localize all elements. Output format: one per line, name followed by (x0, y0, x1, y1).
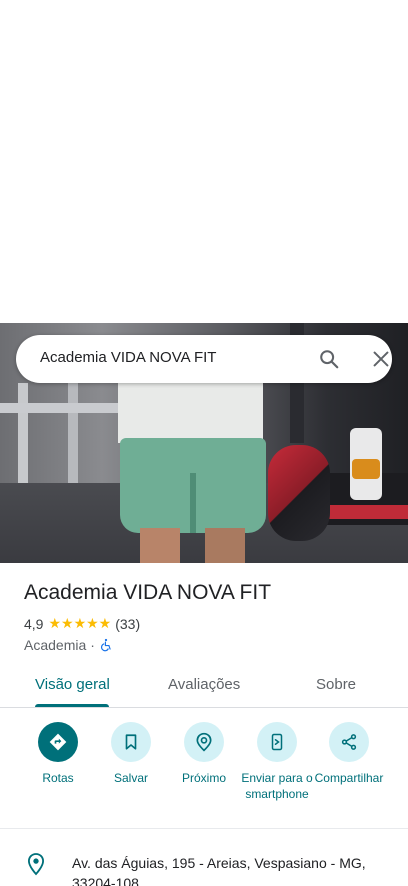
place-title: Academia VIDA NOVA FIT (24, 581, 272, 604)
separator-dot: · (90, 637, 95, 653)
share-button[interactable]: Compartilhar (309, 722, 389, 786)
star-rating-icon: ★★★★★ (48, 615, 112, 631)
search-icon[interactable] (318, 348, 340, 370)
map-area-blank (0, 0, 408, 323)
close-icon[interactable] (370, 348, 392, 370)
rating-row[interactable]: 4,9 ★★★★★ (33) (24, 615, 140, 632)
action-buttons: Rotas Salvar Próximo Enviar para o smart… (0, 722, 408, 822)
rating-value: 4,9 (24, 615, 44, 632)
place-category[interactable]: Academia (24, 637, 86, 653)
active-tab-indicator (35, 704, 109, 707)
location-pin-icon (27, 853, 45, 876)
review-count[interactable]: (33) (115, 616, 140, 632)
send-to-phone-button[interactable]: Enviar para o smartphone (237, 722, 317, 802)
search-bar[interactable]: Academia VIDA NOVA FIT (16, 335, 392, 383)
send-to-phone-icon (271, 733, 283, 751)
search-query[interactable]: Academia VIDA NOVA FIT (40, 349, 216, 366)
tab-reviews[interactable]: Avaliações (168, 676, 240, 693)
directions-button[interactable]: Rotas (18, 722, 98, 786)
address-text[interactable]: Av. das Águias, 195 - Areias, Vespasiano… (72, 853, 392, 886)
nearby-icon (196, 732, 212, 752)
tab-bar: Visão geral Avaliações Sobre (0, 668, 408, 708)
directions-label: Rotas (42, 771, 74, 785)
wheelchair-accessible-icon (100, 638, 111, 652)
save-button[interactable]: Salvar (91, 722, 171, 786)
share-label: Compartilhar (314, 771, 384, 785)
bookmark-icon (125, 734, 137, 750)
section-divider (0, 828, 408, 829)
category-row: Academia · (24, 637, 113, 653)
share-icon (341, 734, 357, 750)
send-to-phone-label: Enviar para o smartphone (241, 771, 313, 801)
nearby-button[interactable]: Próximo (164, 722, 244, 786)
tab-overview[interactable]: Visão geral (35, 676, 110, 693)
directions-icon (49, 733, 67, 751)
address-row[interactable]: Av. das Águias, 195 - Areias, Vespasiano… (0, 842, 408, 886)
tab-about[interactable]: Sobre (316, 676, 356, 693)
nearby-label: Próximo (181, 771, 226, 785)
save-label: Salvar (113, 771, 148, 785)
